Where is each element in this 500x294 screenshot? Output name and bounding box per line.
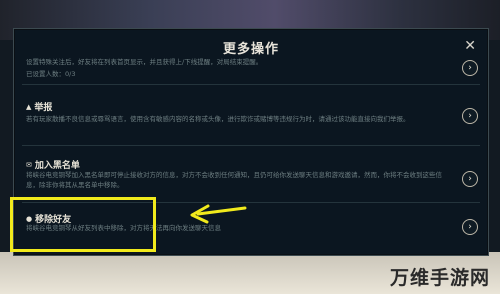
annotation-arrow [190,204,247,224]
watermark: 万维手游网 [389,267,490,289]
